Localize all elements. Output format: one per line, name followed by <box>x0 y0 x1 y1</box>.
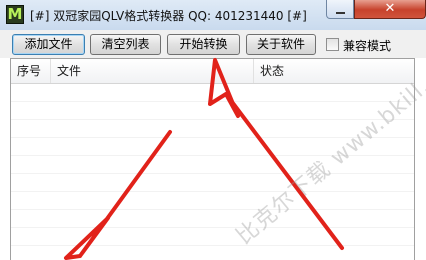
add-file-button[interactable]: 添加文件 <box>12 34 85 55</box>
list-header: 序号 文件 状态 <box>11 59 414 84</box>
start-convert-button[interactable]: 开始转换 <box>167 34 240 55</box>
minimize-button[interactable] <box>326 0 354 19</box>
toolbar: 添加文件 清空列表 开始转换 关于软件 兼容模式 <box>0 30 426 58</box>
compat-mode-checkbox[interactable] <box>326 38 339 51</box>
row-divider <box>11 209 414 210</box>
row-divider <box>11 245 414 246</box>
app-window: M [#] 双冠家园QLV格式转换器 QQ: 401231440 [#] ✕ 添… <box>0 0 426 260</box>
column-header-index[interactable]: 序号 <box>11 59 51 83</box>
row-divider <box>11 191 414 192</box>
column-header-status[interactable]: 状态 <box>254 59 414 83</box>
window-title: [#] 双冠家园QLV格式转换器 QQ: 401231440 [#] <box>30 9 307 23</box>
title-bar[interactable]: M [#] 双冠家园QLV格式转换器 QQ: 401231440 [#] ✕ <box>0 0 426 30</box>
compat-mode-label[interactable]: 兼容模式 <box>343 37 391 54</box>
row-divider <box>11 227 414 228</box>
clear-list-button[interactable]: 清空列表 <box>90 34 161 55</box>
close-button[interactable]: ✕ <box>354 0 426 19</box>
app-logo-icon: M <box>6 5 24 24</box>
column-header-file[interactable]: 文件 <box>51 59 254 83</box>
row-divider <box>11 101 414 102</box>
close-icon: ✕ <box>384 1 396 16</box>
about-button[interactable]: 关于软件 <box>246 34 316 55</box>
row-divider <box>11 173 414 174</box>
